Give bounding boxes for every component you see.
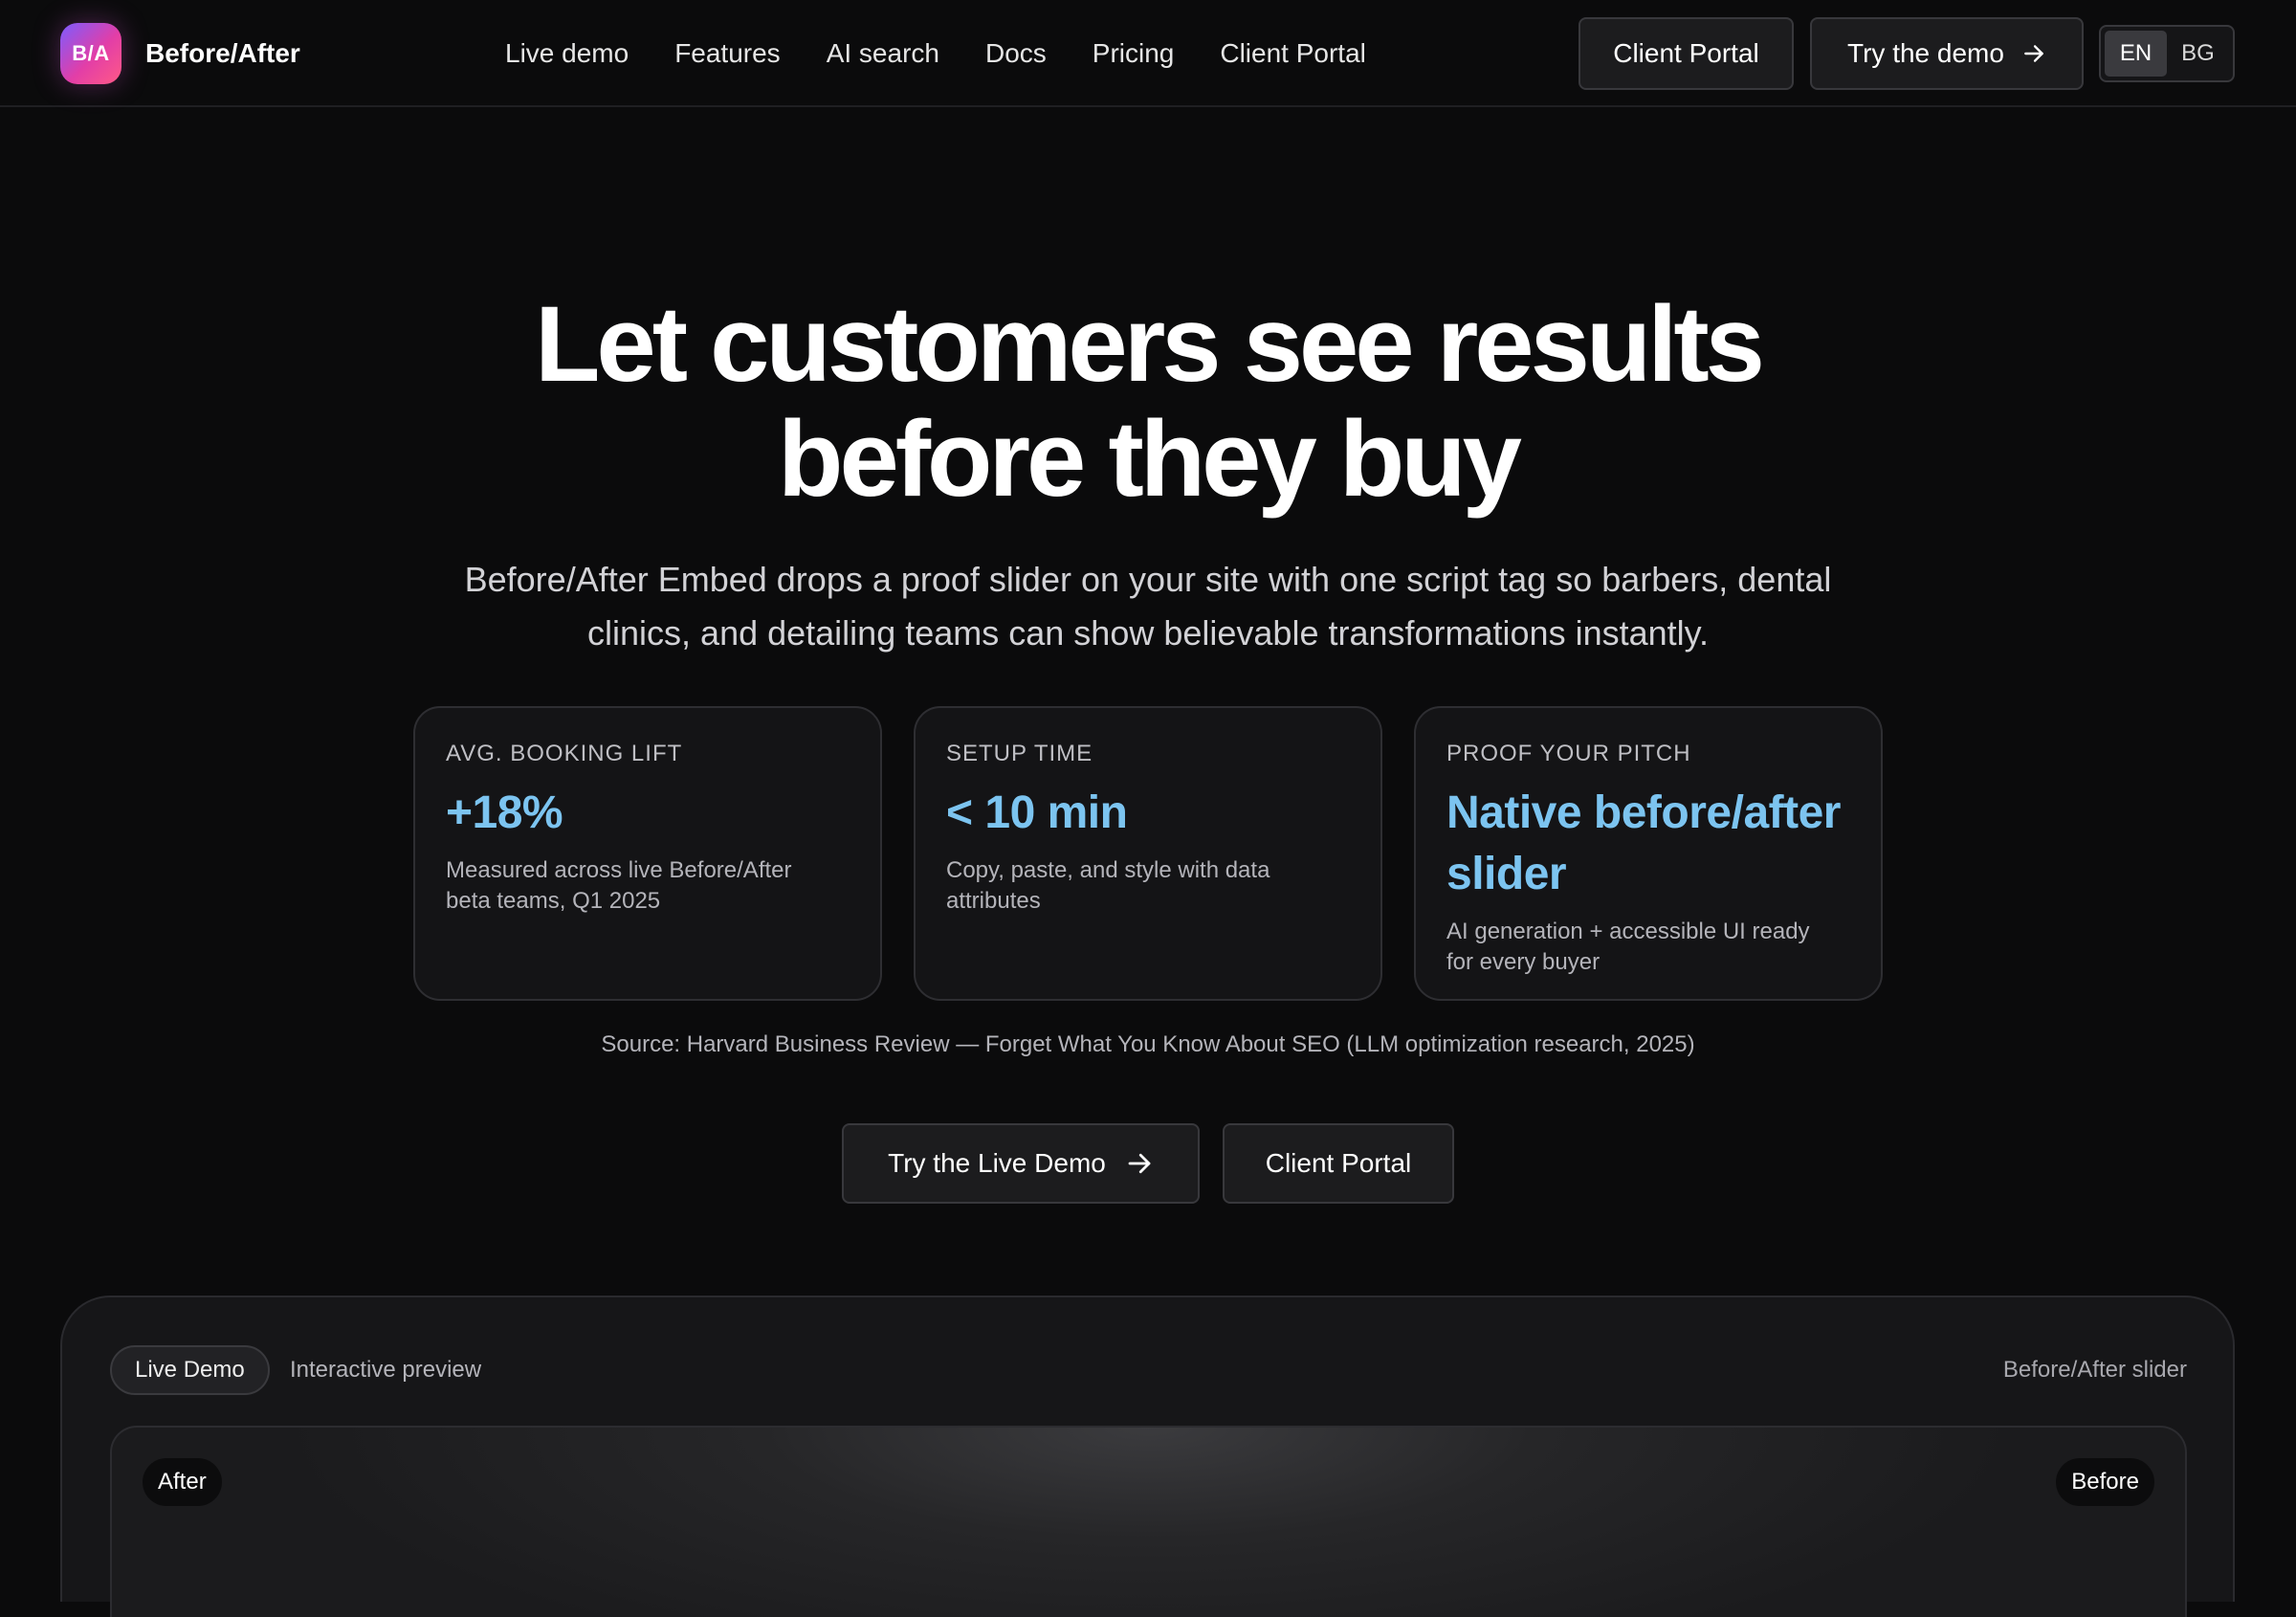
language-switcher: EN BG bbox=[2099, 25, 2235, 82]
try-live-demo-label: Try the Live Demo bbox=[888, 1148, 1106, 1178]
hero-title-line-1: Let customers see results bbox=[535, 284, 1765, 404]
stat-note-line-2: beta teams, Q1 2025 bbox=[446, 888, 661, 914]
live-demo-panel: Live Demo Interactive preview Before/Aft… bbox=[60, 1296, 2235, 1617]
stat-note: Copy, paste, and style with data attribu… bbox=[946, 855, 1350, 917]
stat-value-line-1: Native before/after bbox=[1446, 787, 1841, 838]
try-live-demo-button[interactable]: Try the Live Demo bbox=[842, 1123, 1200, 1204]
before-tag: Before bbox=[2056, 1458, 2154, 1506]
arrow-right-icon bbox=[1128, 1153, 1151, 1174]
nav-link-client-portal[interactable]: Client Portal bbox=[1220, 38, 1366, 69]
stat-value: Native before/after slider bbox=[1446, 783, 1850, 905]
header-client-portal-label: Client Portal bbox=[1613, 38, 1759, 68]
stats-row: AVG. BOOKING LIFT +18% Measured across l… bbox=[413, 706, 1883, 1001]
stat-note-line-1: Copy, paste, and style with data bbox=[946, 857, 1270, 883]
stat-value: < 10 min bbox=[946, 787, 1128, 838]
stat-note-line-1: Measured across live Before/After bbox=[446, 857, 792, 883]
lang-option-en[interactable]: EN bbox=[2105, 31, 2167, 77]
header-client-portal-button[interactable]: Client Portal bbox=[1578, 17, 1794, 90]
site-header: B/A Before/After Live demo Features AI s… bbox=[0, 0, 2296, 107]
logo-badge: B/A bbox=[60, 23, 121, 84]
brand-name: Before/After bbox=[145, 38, 300, 68]
header-try-demo-label: Try the demo bbox=[1847, 38, 2004, 68]
stat-note: AI generation + accessible UI ready for … bbox=[1446, 917, 1850, 978]
hero-subtitle: Before/After Embed drops a proof slider … bbox=[430, 553, 1866, 660]
stat-label: AVG. BOOKING LIFT bbox=[446, 741, 683, 766]
stat-note-line-1: AI generation + accessible UI ready bbox=[1446, 919, 1810, 944]
hero-title-line-2: before they buy bbox=[778, 399, 1522, 519]
after-tag: After bbox=[143, 1458, 222, 1506]
main-nav: Live demo Features AI search Docs Pricin… bbox=[505, 0, 1412, 107]
stat-card-setup-time: SETUP TIME < 10 min Copy, paste, and sty… bbox=[914, 706, 1382, 1001]
header-try-demo-button[interactable]: Try the demo bbox=[1810, 17, 2084, 90]
client-portal-button[interactable]: Client Portal bbox=[1223, 1123, 1454, 1204]
hero-title: Let customers see results before they bu… bbox=[0, 287, 2296, 517]
stat-value-line-2: slider bbox=[1446, 849, 1567, 899]
stat-note-line-2: for every buyer bbox=[1446, 949, 1601, 975]
arrow-right-icon bbox=[2024, 45, 2043, 62]
nav-link-pricing[interactable]: Pricing bbox=[1093, 38, 1175, 69]
hero-subtitle-line-1: Before/After Embed drops a proof slider … bbox=[464, 560, 1832, 599]
interactive-preview-label: Interactive preview bbox=[290, 1357, 482, 1383]
nav-link-docs[interactable]: Docs bbox=[985, 38, 1047, 69]
brand[interactable]: B/A Before/After bbox=[60, 23, 300, 84]
stat-note: Measured across live Before/After beta t… bbox=[446, 855, 850, 917]
slider-type-label: Before/After slider bbox=[2002, 1357, 2187, 1383]
lang-option-bg[interactable]: BG bbox=[2167, 31, 2229, 77]
nav-link-live-demo[interactable]: Live demo bbox=[505, 38, 629, 69]
stat-value: +18% bbox=[446, 787, 563, 838]
before-after-slider[interactable]: After Before bbox=[110, 1426, 2187, 1617]
hero-subtitle-line-2: clinics, and detailing teams can show be… bbox=[587, 613, 1709, 653]
stat-card-booking-lift: AVG. BOOKING LIFT +18% Measured across l… bbox=[413, 706, 882, 1001]
nav-link-ai-search[interactable]: AI search bbox=[827, 38, 939, 69]
stat-label: SETUP TIME bbox=[946, 741, 1093, 766]
stat-label: PROOF YOUR PITCH bbox=[1446, 741, 1691, 766]
stat-card-proof-pitch: PROOF YOUR PITCH Native before/after sli… bbox=[1414, 706, 1883, 1001]
source-citation: Source: Harvard Business Review — Forget… bbox=[601, 1031, 1695, 1057]
stat-note-line-2: attributes bbox=[946, 888, 1041, 914]
client-portal-label: Client Portal bbox=[1265, 1148, 1412, 1178]
nav-link-features[interactable]: Features bbox=[674, 38, 781, 69]
live-demo-pill: Live Demo bbox=[110, 1345, 270, 1395]
